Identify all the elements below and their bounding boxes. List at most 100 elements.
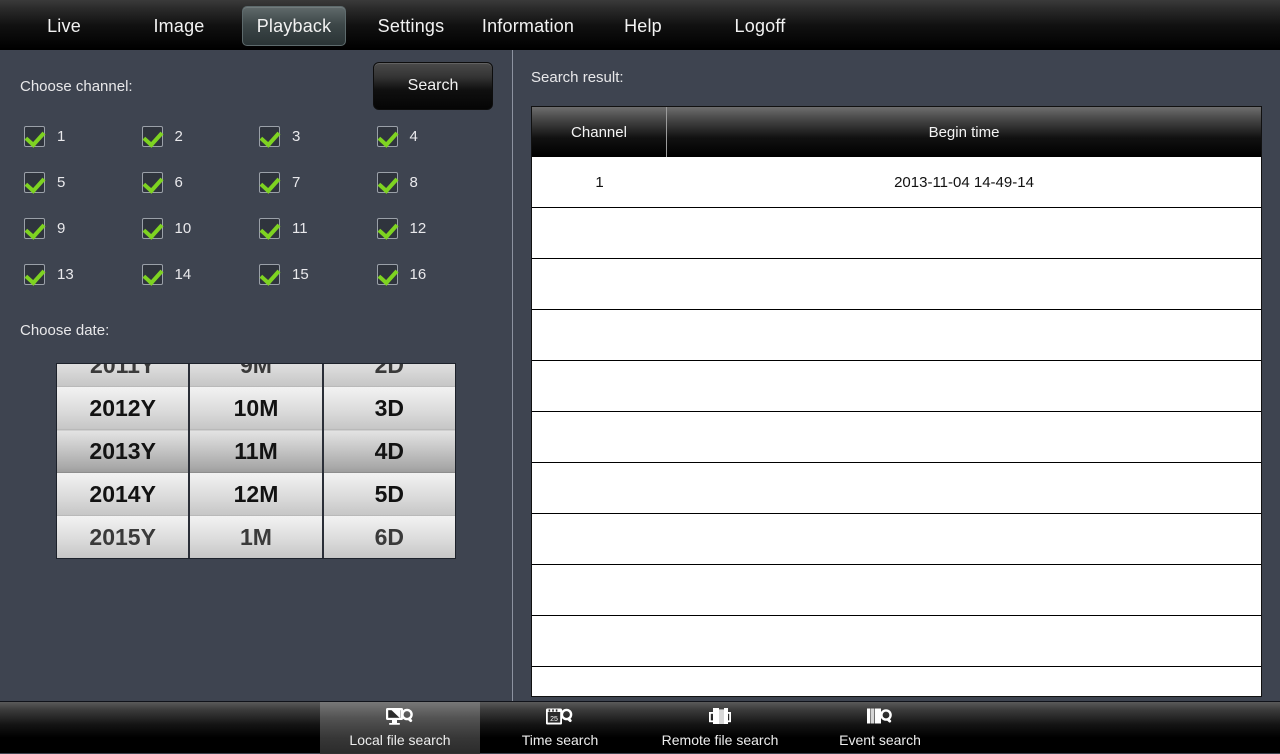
cell-begin-time [667, 667, 1261, 696]
table-row[interactable] [532, 463, 1261, 514]
table-row[interactable] [532, 208, 1261, 259]
channel-row: 9 10 11 12 [24, 218, 494, 264]
nav-tab-label: Logoff [734, 15, 786, 36]
checkmark-icon[interactable] [376, 172, 398, 193]
channel-number-label: 13 [57, 266, 74, 283]
checkmark-icon[interactable] [24, 218, 45, 239]
channel-checkbox-15[interactable]: 15 [259, 264, 377, 285]
table-row[interactable] [532, 616, 1261, 667]
channel-checkbox-1[interactable]: 1 [24, 126, 142, 147]
table-row[interactable] [532, 310, 1261, 361]
channel-checkbox-5[interactable]: 5 [24, 172, 142, 193]
checkmark-icon[interactable] [376, 126, 398, 147]
nav-tab-information[interactable]: Information [467, 6, 589, 46]
date-day-option[interactable]: 6D [323, 516, 455, 558]
date-picker[interactable]: 2011Y 2012Y 2013Y 2014Y 2015Y 9M 10M 11M 12M 1M … [56, 363, 456, 559]
calendar-search-icon: 25 [545, 705, 575, 731]
checkmark-icon[interactable] [141, 264, 163, 285]
cell-channel: 1 [595, 173, 604, 191]
date-year-option[interactable]: 2014Y [57, 473, 189, 516]
date-day-option[interactable]: 2D [323, 364, 455, 387]
checkmark-icon[interactable] [376, 264, 398, 285]
channel-checkbox-11[interactable]: 11 [259, 218, 377, 239]
checkmark-icon[interactable] [141, 218, 163, 239]
date-year-option[interactable]: 2013Y [57, 430, 189, 473]
cell-channel [532, 616, 667, 666]
date-month-option[interactable]: 10M [190, 387, 322, 430]
cell-begin-time [667, 412, 1261, 462]
date-day-option[interactable]: 3D [323, 387, 455, 430]
channel-checkbox-3[interactable]: 3 [259, 126, 377, 147]
bottom-tab-label: Event search [839, 732, 921, 748]
date-month-option[interactable]: 9M [190, 364, 322, 387]
checkmark-icon[interactable] [24, 126, 45, 147]
channel-checkbox-13[interactable]: 13 [24, 264, 142, 285]
nav-tab-label: Live [47, 15, 81, 36]
channel-checkbox-16[interactable]: 16 [376, 264, 495, 285]
channel-number-label: 12 [409, 220, 427, 237]
nav-tab-playback[interactable]: Playback [242, 6, 346, 46]
cell-channel [532, 310, 667, 360]
cell-begin-time [667, 361, 1261, 411]
nav-tab-image[interactable]: Image [134, 6, 224, 46]
table-row[interactable]: 1 2013-11-04 14-49-14 [532, 157, 1261, 208]
cell-begin-time [667, 616, 1261, 666]
table-row[interactable] [532, 565, 1261, 616]
date-year-option[interactable]: 2012Y [57, 387, 189, 430]
date-year-option[interactable]: 2011Y [57, 364, 189, 387]
channel-number-label: 2 [174, 128, 183, 145]
search-button[interactable]: Search [373, 62, 493, 110]
channel-checkbox-2[interactable]: 2 [141, 126, 260, 147]
nav-tab-live[interactable]: Live [20, 6, 108, 46]
checkmark-icon[interactable] [376, 218, 398, 239]
date-month-option[interactable]: 11M [190, 430, 322, 473]
month-spinner[interactable]: 9M 10M 11M 12M 1M [190, 364, 324, 558]
svg-text:25: 25 [550, 716, 558, 723]
checkmark-icon[interactable] [259, 264, 280, 285]
bottom-tab-event-search[interactable]: Event search [800, 702, 960, 754]
bottom-tab-label: Time search [521, 732, 599, 748]
channel-checkbox-10[interactable]: 10 [141, 218, 260, 239]
cell-channel [532, 361, 667, 411]
table-row[interactable] [532, 412, 1261, 463]
table-row[interactable] [532, 361, 1261, 412]
search-results-table[interactable]: Channel Begin time 1 2013-11-04 14-49-14 [531, 106, 1262, 697]
channel-number-label: 10 [174, 220, 192, 237]
date-month-option[interactable]: 12M [190, 473, 322, 516]
channel-checkbox-6[interactable]: 6 [141, 172, 260, 193]
date-day-option[interactable]: 5D [323, 473, 455, 516]
cell-channel [532, 514, 667, 564]
bottom-tab-time-search[interactable]: 25 Time search [480, 702, 640, 754]
nav-tab-logoff[interactable]: Logoff [718, 6, 802, 46]
cell-channel [532, 259, 667, 309]
monitor-search-icon [385, 705, 415, 731]
date-day-option[interactable]: 4D [323, 430, 455, 473]
checkmark-icon[interactable] [259, 218, 280, 239]
top-navigation-bar: Live Image Playback Settings Information Help… [0, 0, 1280, 50]
checkmark-icon[interactable] [259, 126, 280, 147]
channel-checkbox-9[interactable]: 9 [24, 218, 142, 239]
checkmark-icon[interactable] [141, 126, 163, 147]
nav-tab-settings[interactable]: Settings [362, 6, 460, 46]
table-row[interactable] [532, 514, 1261, 565]
nav-tab-help[interactable]: Help [607, 6, 679, 46]
year-spinner[interactable]: 2011Y 2012Y 2013Y 2014Y 2015Y [57, 364, 191, 558]
channel-checkbox-12[interactable]: 12 [376, 218, 495, 239]
bottom-tab-remote-file-search[interactable]: Remote file search [640, 702, 800, 754]
checkmark-icon[interactable] [24, 264, 45, 285]
date-year-option[interactable]: 2015Y [57, 516, 189, 558]
cell-channel [532, 565, 667, 615]
channel-checkbox-14[interactable]: 14 [141, 264, 260, 285]
channel-checkbox-8[interactable]: 8 [376, 172, 495, 193]
channel-row: 13 14 15 16 [24, 264, 494, 310]
date-month-option[interactable]: 1M [190, 516, 322, 558]
table-row[interactable] [532, 667, 1261, 696]
checkmark-icon[interactable] [24, 172, 45, 193]
channel-checkbox-7[interactable]: 7 [259, 172, 377, 193]
day-spinner[interactable]: 2D 3D 4D 5D 6D [323, 364, 455, 558]
checkmark-icon[interactable] [141, 172, 163, 193]
table-row[interactable] [532, 259, 1261, 310]
checkmark-icon[interactable] [259, 172, 280, 193]
bottom-tab-local-file-search[interactable]: Local file search [320, 702, 480, 754]
channel-checkbox-4[interactable]: 4 [376, 126, 495, 147]
